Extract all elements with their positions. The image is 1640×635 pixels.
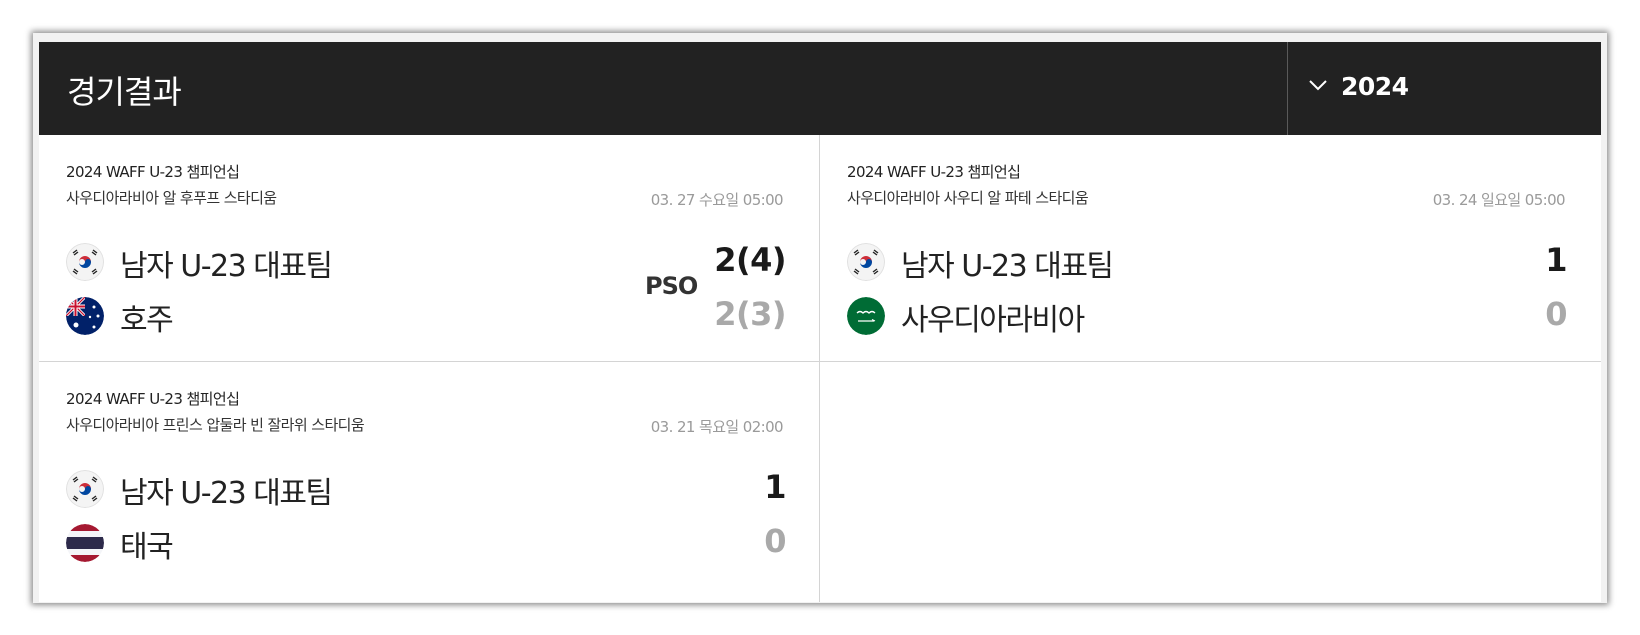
results-header: 경기결과 2024 <box>39 42 1601 135</box>
away-team-name: 사우디아라비아 <box>901 303 1085 338</box>
home-score: 1 <box>764 468 786 506</box>
away-score: 2(3) <box>714 295 786 333</box>
korea-flag-icon <box>66 470 104 508</box>
home-team-row: 남자 U-23 대표팀 1 <box>66 468 786 511</box>
australia-flag-icon <box>66 297 104 335</box>
venue-name: 사우디아라비아 프린스 압둘라 빈 잘라위 스타디움 <box>66 416 365 434</box>
home-team-row: 남자 U-23 대표팀 1 <box>847 241 1567 284</box>
away-team-row: 호주 2(3) <box>66 295 786 338</box>
year-dropdown-value: 2024 <box>1341 72 1409 101</box>
saudi-arabia-flag-icon <box>847 297 885 335</box>
home-team-name: 남자 U-23 대표팀 <box>120 249 333 284</box>
match-datetime: 03. 27 수요일 05:00 <box>650 191 784 209</box>
home-team-name: 남자 U-23 대표팀 <box>120 476 333 511</box>
venue-name: 사우디아라비아 알 후푸프 스타디움 <box>66 189 277 207</box>
competition-name: 2024 WAFF U-23 챔피언십 <box>66 163 240 181</box>
korea-flag-icon <box>66 243 104 281</box>
away-team-row: 태국 0 <box>66 522 786 565</box>
competition-name: 2024 WAFF U-23 챔피언십 <box>66 390 240 408</box>
empty-card <box>820 362 1601 602</box>
match-grid: 2024 WAFF U-23 챔피언십 사우디아라비아 알 후푸프 스타디움 0… <box>39 135 1601 602</box>
match-card[interactable]: 2024 WAFF U-23 챔피언십 사우디아라비아 알 후푸프 스타디움 0… <box>39 135 820 362</box>
match-card[interactable]: 2024 WAFF U-23 챔피언십 사우디아라비아 프린스 압둘라 빈 잘라… <box>39 362 820 602</box>
match-datetime: 03. 21 목요일 02:00 <box>650 418 784 436</box>
home-score: 1 <box>1545 241 1567 279</box>
page-title: 경기결과 <box>67 73 182 111</box>
away-team-name: 호주 <box>120 303 174 338</box>
results-panel: 경기결과 2024 2024 WAFF U-23 챔피언십 사우디아라비아 알 … <box>39 42 1601 602</box>
results-window: 경기결과 2024 2024 WAFF U-23 챔피언십 사우디아라비아 알 … <box>33 33 1607 603</box>
venue-name: 사우디아라비아 사우디 알 파테 스타디움 <box>847 189 1089 207</box>
match-card[interactable]: 2024 WAFF U-23 챔피언십 사우디아라비아 사우디 알 파테 스타디… <box>820 135 1601 362</box>
korea-flag-icon <box>847 243 885 281</box>
competition-name: 2024 WAFF U-23 챔피언십 <box>847 163 1021 181</box>
home-score: 2(4) <box>714 241 786 279</box>
year-dropdown[interactable]: 2024 <box>1287 42 1602 135</box>
chevron-down-icon <box>1309 80 1327 91</box>
away-score: 0 <box>764 522 786 560</box>
away-score: 0 <box>1545 295 1567 333</box>
away-team-row: 사우디아라비아 0 <box>847 295 1567 338</box>
home-team-name: 남자 U-23 대표팀 <box>901 249 1114 284</box>
away-team-name: 태국 <box>120 530 174 565</box>
thailand-flag-icon <box>66 524 104 562</box>
match-datetime: 03. 24 일요일 05:00 <box>1432 191 1566 209</box>
